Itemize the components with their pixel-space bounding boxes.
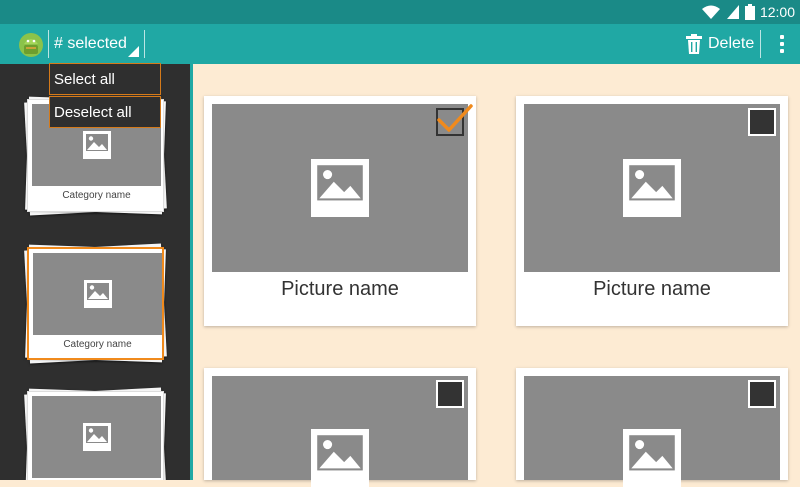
picture-thumbnail xyxy=(524,104,780,272)
picture-thumbnail xyxy=(524,376,780,487)
picture-card[interactable] xyxy=(516,368,788,487)
picture-thumbnail xyxy=(212,376,468,487)
picture-card[interactable]: Picture name xyxy=(516,96,788,326)
image-icon xyxy=(82,131,111,159)
image-icon xyxy=(311,429,369,487)
category-thumbnail xyxy=(33,253,162,335)
battery-icon xyxy=(744,4,755,20)
dropdown-corner-icon[interactable] xyxy=(128,46,139,57)
status-bar: 12:00 xyxy=(0,0,800,24)
picture-name: Picture name xyxy=(593,278,711,300)
deselect-all-item[interactable]: Deselect all xyxy=(49,96,161,128)
more-vert-icon[interactable] xyxy=(772,32,792,56)
category-label: Category name xyxy=(63,339,132,350)
category-item[interactable] xyxy=(24,387,167,480)
picture-checkbox[interactable] xyxy=(748,108,776,136)
selection-count-label[interactable]: # selected xyxy=(54,35,127,53)
image-icon xyxy=(82,423,111,451)
action-bar: # selected Delete xyxy=(0,24,800,64)
status-time: 12:00 xyxy=(759,4,795,20)
android-icon[interactable] xyxy=(17,30,45,58)
image-icon xyxy=(83,280,112,308)
picture-checkbox[interactable] xyxy=(436,380,464,408)
status-icons: 12:00 xyxy=(701,0,800,24)
picture-card[interactable]: Picture name xyxy=(204,96,476,326)
delete-label: Delete xyxy=(708,35,755,52)
picture-name: Picture name xyxy=(281,278,399,300)
trash-icon xyxy=(686,34,702,54)
selection-menu: Select all Deselect all xyxy=(49,63,161,128)
image-icon xyxy=(623,159,681,217)
picture-thumbnail xyxy=(212,104,473,272)
picture-card[interactable] xyxy=(204,368,476,487)
category-thumbnail xyxy=(32,396,161,478)
select-all-item[interactable]: Select all xyxy=(49,63,161,95)
image-icon xyxy=(311,159,369,217)
picture-checkbox[interactable] xyxy=(436,104,473,136)
category-label: Category name xyxy=(62,190,131,201)
image-icon xyxy=(623,429,681,487)
wifi-icon xyxy=(701,5,720,19)
signal-icon xyxy=(726,5,739,19)
divider xyxy=(48,30,49,58)
delete-button[interactable]: Delete xyxy=(686,32,754,56)
divider xyxy=(760,30,761,58)
sidebar-divider xyxy=(190,64,193,480)
category-item[interactable]: Category name xyxy=(24,243,167,364)
divider xyxy=(144,30,145,58)
checkmark-icon xyxy=(437,104,473,132)
picture-checkbox[interactable] xyxy=(748,380,776,408)
